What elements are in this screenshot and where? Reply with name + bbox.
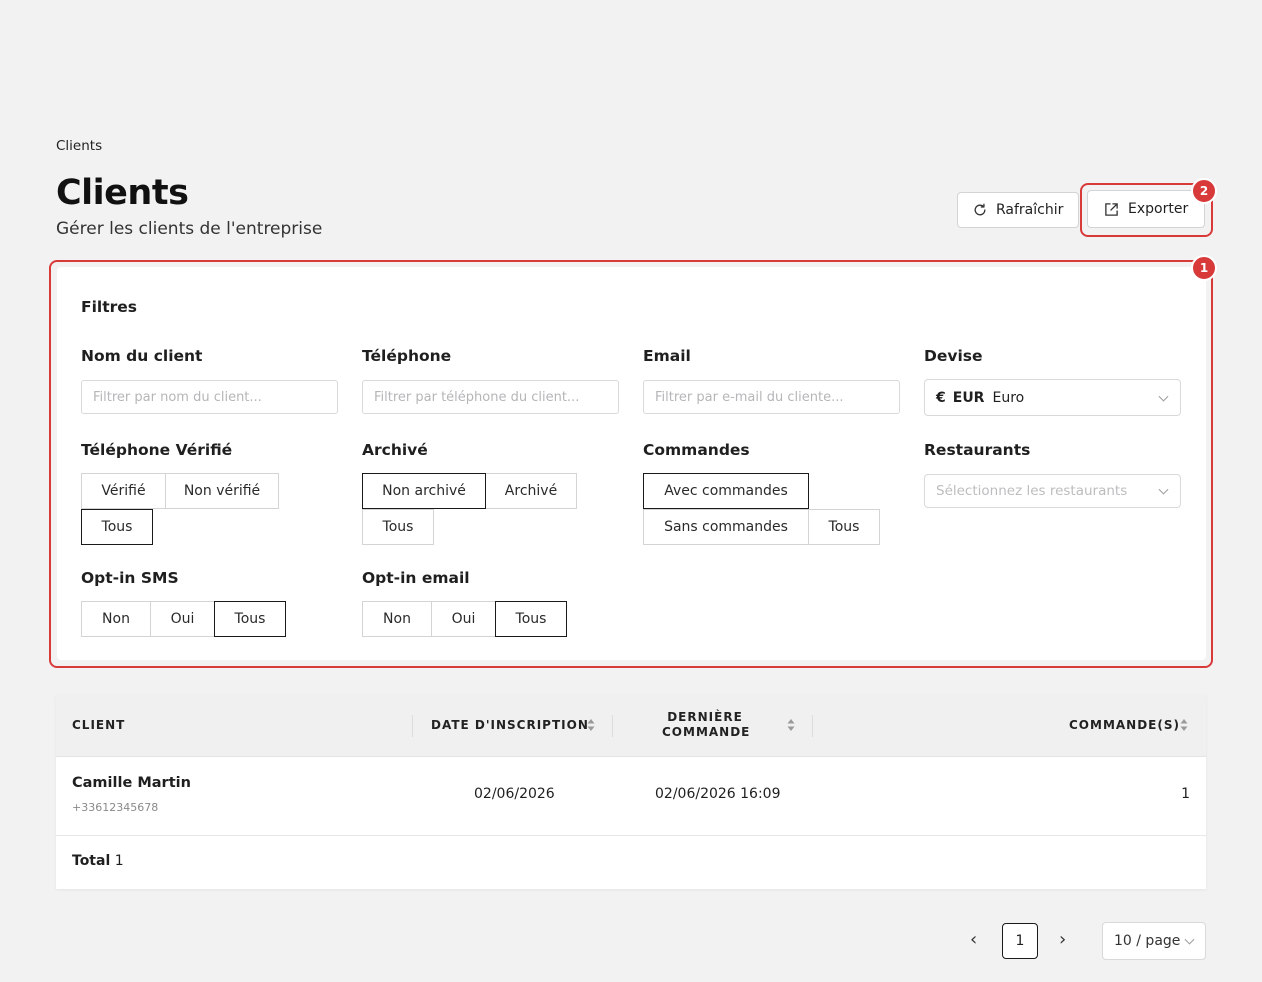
refresh-button-label: Rafraîchir bbox=[996, 202, 1064, 218]
archived-option-all[interactable]: Tous bbox=[362, 509, 434, 545]
euro-icon: € bbox=[936, 389, 946, 406]
client-phone: +33612345678 bbox=[72, 801, 159, 814]
column-header-last-order[interactable]: DERNIÈRE COMMANDE bbox=[662, 710, 751, 739]
email-label: Email bbox=[643, 347, 691, 365]
sms-optin-option-all[interactable]: Tous bbox=[214, 601, 286, 637]
page-title: Clients bbox=[56, 173, 189, 213]
currency-select[interactable]: € EUR Euro bbox=[924, 379, 1181, 416]
annotation-marker-2: 2 bbox=[1191, 178, 1217, 204]
phone-label: Téléphone bbox=[362, 347, 452, 365]
phone-verified-option-unverified[interactable]: Non vérifié bbox=[165, 473, 279, 509]
currency-name: Euro bbox=[992, 389, 1025, 406]
last-order-date: 02/06/2026 16:09 bbox=[655, 786, 781, 802]
column-header-orders[interactable]: COMMANDE(S) bbox=[1069, 718, 1180, 732]
orders-option-without[interactable]: Sans commandes bbox=[643, 509, 809, 545]
phone-verified-option-verified[interactable]: Vérifié bbox=[81, 473, 166, 509]
column-header-last-order-line2: COMMANDE bbox=[662, 725, 751, 739]
sms-optin-option-yes[interactable]: Oui bbox=[150, 601, 215, 637]
phone-verified-label: Téléphone Vérifié bbox=[81, 441, 233, 459]
restaurants-select[interactable]: Sélectionnez les restaurants bbox=[924, 474, 1181, 508]
orders-label: Commandes bbox=[643, 441, 750, 459]
total-value: 1 bbox=[114, 853, 124, 869]
email-optin-option-no[interactable]: Non bbox=[362, 601, 432, 637]
column-separator bbox=[812, 715, 813, 737]
restaurants-label: Restaurants bbox=[924, 441, 1031, 459]
signup-date: 02/06/2026 bbox=[474, 786, 555, 802]
sort-icon[interactable] bbox=[1180, 718, 1188, 732]
email-optin-label: Opt-in email bbox=[362, 569, 470, 587]
phone-input[interactable] bbox=[362, 380, 619, 414]
breadcrumb: Clients bbox=[56, 138, 103, 154]
client-name-input[interactable] bbox=[81, 380, 338, 414]
orders-option-all[interactable]: Tous bbox=[808, 509, 880, 545]
orders-option-with[interactable]: Avec commandes bbox=[643, 473, 809, 509]
sms-optin-option-no[interactable]: Non bbox=[81, 601, 151, 637]
table-header bbox=[56, 695, 1206, 757]
email-optin-option-yes[interactable]: Oui bbox=[431, 601, 496, 637]
page-1-button[interactable]: 1 bbox=[1002, 923, 1038, 959]
client-name: Camille Martin bbox=[72, 775, 191, 791]
chevron-down-icon bbox=[1158, 484, 1169, 495]
table-total: Total 1 bbox=[72, 853, 124, 869]
email-optin-option-all[interactable]: Tous bbox=[495, 601, 567, 637]
orders-count: 1 bbox=[1181, 786, 1190, 802]
sms-optin-label: Opt-in SMS bbox=[81, 569, 179, 587]
filters-title: Filtres bbox=[81, 298, 138, 316]
column-separator bbox=[412, 715, 413, 737]
page-subtitle: Gérer les clients de l'entreprise bbox=[56, 219, 323, 239]
phone-verified-option-all[interactable]: Tous bbox=[81, 509, 153, 545]
currency-code: EUR bbox=[952, 389, 985, 406]
archived-option-archived[interactable]: Archivé bbox=[485, 473, 577, 509]
refresh-button[interactable]: Rafraîchir bbox=[957, 192, 1079, 228]
currency-label: Devise bbox=[924, 347, 983, 365]
column-header-signup-date[interactable]: DATE D'INSCRIPTION bbox=[431, 718, 589, 732]
annotation-marker-1: 1 bbox=[1191, 255, 1217, 281]
prev-page-button[interactable]: ‹ bbox=[970, 929, 977, 950]
chevron-down-icon bbox=[1158, 391, 1169, 402]
chevron-down-icon bbox=[1184, 934, 1195, 945]
refresh-icon bbox=[974, 203, 986, 216]
next-page-button[interactable]: › bbox=[1059, 929, 1066, 950]
page-size-value: 10 / page bbox=[1114, 933, 1181, 949]
restaurants-placeholder: Sélectionnez les restaurants bbox=[936, 483, 1128, 499]
export-icon bbox=[1105, 202, 1118, 216]
client-name-label: Nom du client bbox=[81, 347, 203, 365]
export-button-label: Exporter bbox=[1128, 201, 1189, 217]
column-header-last-order-line1: DERNIÈRE bbox=[667, 710, 743, 724]
table-row[interactable] bbox=[56, 757, 1206, 835]
total-label: Total bbox=[72, 853, 111, 869]
page-size-select[interactable]: 10 / page bbox=[1102, 922, 1206, 960]
export-button[interactable]: Exporter bbox=[1087, 190, 1205, 228]
column-separator bbox=[612, 715, 613, 737]
row-divider bbox=[56, 835, 1206, 836]
sort-icon[interactable] bbox=[787, 718, 795, 732]
email-input[interactable] bbox=[643, 380, 900, 414]
sort-icon[interactable] bbox=[587, 718, 595, 732]
column-header-client: CLIENT bbox=[72, 718, 126, 732]
archived-label: Archivé bbox=[362, 441, 428, 459]
archived-option-not-archived[interactable]: Non archivé bbox=[362, 473, 486, 509]
